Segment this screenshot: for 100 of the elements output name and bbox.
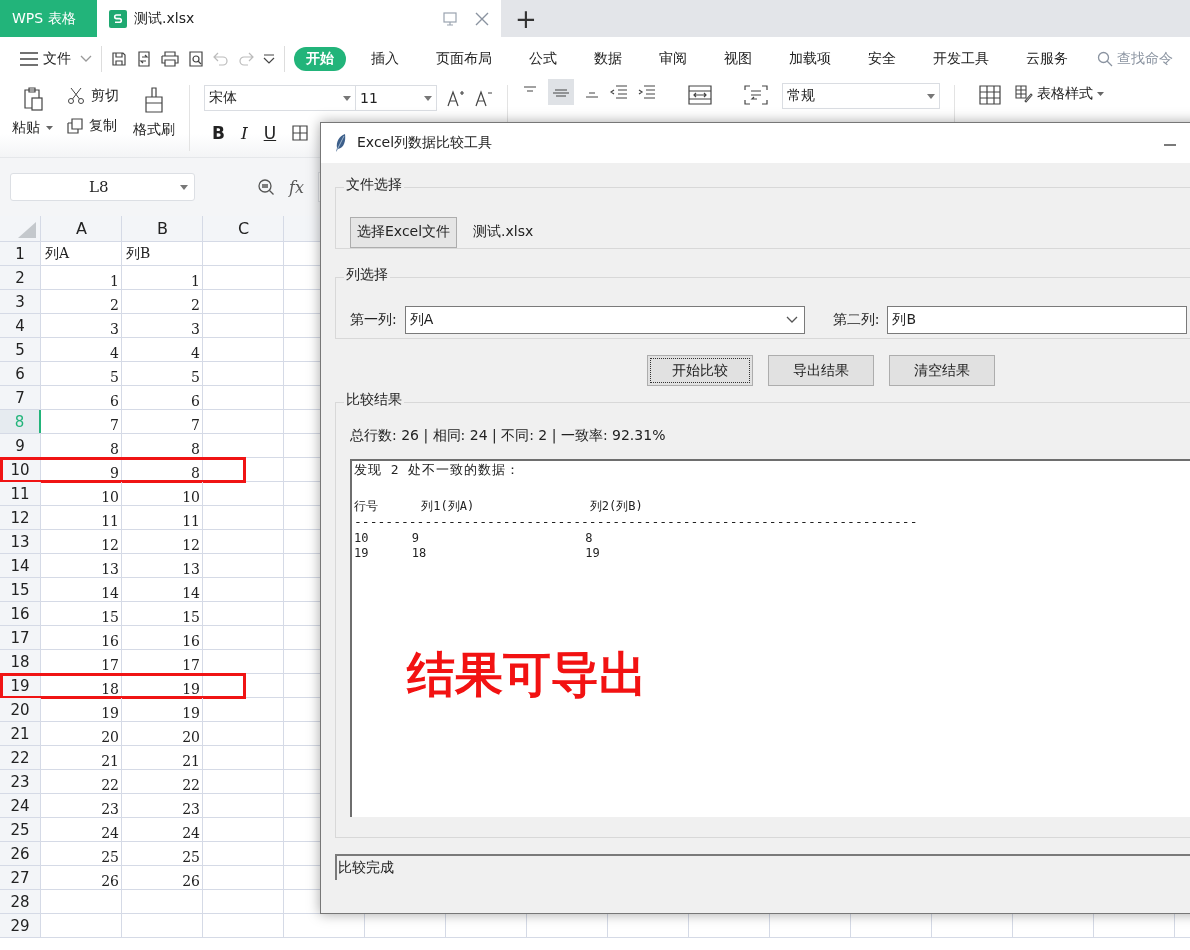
ribbon-tab[interactable]: 数据 (582, 47, 634, 71)
row-header[interactable]: 2 (0, 266, 41, 289)
table-cell-text: 25 (182, 849, 201, 865)
increase-font-icon[interactable] (447, 89, 465, 107)
ribbon-tab[interactable]: 视图 (712, 47, 764, 71)
row-header[interactable]: 6 (0, 362, 41, 385)
table-cell-text: 8 (191, 465, 201, 481)
row-header[interactable]: 23 (0, 770, 41, 793)
menu-icon[interactable] (20, 52, 38, 66)
row-header[interactable]: 1 (0, 242, 41, 265)
table-cell-text: 1 (110, 273, 120, 289)
format-button[interactable]: U (263, 123, 277, 143)
decrease-font-icon[interactable] (475, 89, 493, 107)
paintbrush-icon[interactable] (143, 87, 165, 113)
format-painter-button[interactable]: 格式刷 (133, 121, 175, 139)
table-cell-text: 8 (110, 441, 120, 457)
ribbon-tab[interactable]: 审阅 (647, 47, 699, 71)
row-header[interactable]: 26 (0, 842, 41, 865)
ribbon-tab[interactable]: 安全 (856, 47, 908, 71)
ribbon-tab[interactable]: 插入 (359, 47, 411, 71)
table-cell-text: 10 (182, 489, 201, 505)
table-cell-text: 11 (182, 513, 201, 529)
table-cell-text: 23 (101, 801, 120, 817)
table-cell-text: 9 (110, 465, 120, 481)
more-icon[interactable] (263, 54, 275, 64)
file-menu[interactable]: 文件 (43, 50, 71, 68)
first-column-dropdown[interactable]: 列A (404, 306, 805, 334)
table-cell-text: 12 (182, 537, 201, 553)
ribbon-tab[interactable]: 云服务 (1014, 47, 1080, 71)
table-grid-icon[interactable] (979, 85, 1001, 105)
table-style-button[interactable]: 表格样式 (1015, 85, 1104, 103)
zoom-icon[interactable] (257, 178, 275, 196)
ribbon-tab[interactable]: 加载项 (777, 47, 843, 71)
app-tab[interactable]: 测试.xlsx (97, 0, 501, 37)
print-preview-icon[interactable] (188, 51, 204, 67)
row-header[interactable]: 5 (0, 338, 41, 361)
row-header[interactable]: 13 (0, 530, 41, 553)
annotation-text: 结果可导出 (407, 645, 647, 704)
merge-cells-icon[interactable] (688, 85, 712, 105)
paste-button[interactable]: 粘贴 (12, 119, 53, 137)
table-cell-text: 26 (182, 873, 201, 889)
clipboard-icon[interactable] (21, 87, 44, 111)
wrap-text-icon[interactable] (744, 85, 768, 105)
row-header[interactable]: 4 (0, 314, 41, 337)
ribbon-tab[interactable]: 开发工具 (921, 47, 1001, 71)
format-button[interactable]: I (240, 123, 248, 143)
row-header[interactable]: 16 (0, 602, 41, 625)
function-label[interactable]: fx (289, 177, 304, 197)
increase-indent-icon[interactable] (638, 85, 656, 99)
print-icon[interactable] (161, 51, 179, 67)
cell-reference-field[interactable]: L8 (10, 173, 195, 201)
ribbon-tab[interactable]: 公式 (517, 47, 569, 71)
choose-file-button[interactable]: 选择Excel文件 (350, 216, 458, 248)
row-header[interactable]: 12 (0, 506, 41, 529)
row-header[interactable]: 22 (0, 746, 41, 769)
summary-text: 总行数: 26 | 相同: 24 | 不同: 2 | 一致率: 92.31% (350, 427, 667, 445)
search-icon (1097, 51, 1113, 67)
row-header[interactable]: 9 (0, 434, 41, 457)
chevron-down-icon[interactable] (80, 55, 92, 63)
row-header[interactable]: 20 (0, 698, 41, 721)
copy-button[interactable]: 复制 (67, 117, 119, 135)
row-header[interactable]: 17 (0, 626, 41, 649)
decrease-indent-icon[interactable] (610, 85, 628, 99)
second-column-dropdown[interactable]: 列B (887, 306, 1188, 334)
action-button[interactable]: 导出结果 (768, 355, 874, 386)
window-title: Excel列数据比较工具 (357, 134, 493, 152)
row-header[interactable]: 11 (0, 482, 41, 505)
format-button[interactable]: B (212, 123, 225, 143)
save-icon[interactable] (111, 51, 127, 67)
table-cell-text: 2 (110, 297, 120, 313)
table-cell-text: 4 (110, 345, 120, 361)
row-header[interactable]: 3 (0, 290, 41, 313)
row-header[interactable]: 14 (0, 554, 41, 577)
cut-button[interactable]: 剪切 (67, 87, 119, 105)
borders-icon[interactable] (292, 125, 309, 141)
row-header[interactable]: 29 (0, 914, 41, 937)
row-header[interactable]: 28 (0, 890, 41, 913)
font-name-field[interactable]: 宋体 (204, 85, 356, 111)
export-icon[interactable] (136, 51, 152, 67)
results-text-area[interactable]: 发现 2 处不一致的数据： 行号 列1(列A) 列2(列B) ------------------------------------------------------------------------ 10 9 8 19 18 19 结果可导出 (350, 459, 1190, 817)
row-header[interactable]: 15 (0, 578, 41, 601)
close-icon[interactable] (475, 11, 489, 26)
row-header[interactable]: 24 (0, 794, 41, 817)
table-cell-text: 6 (110, 393, 120, 409)
table-cell-text: 24 (182, 825, 201, 841)
number-format-field[interactable]: 常规 (782, 83, 940, 109)
column-header[interactable]: C (203, 216, 284, 241)
font-size-field[interactable]: 11 (355, 85, 437, 111)
column-header[interactable]: A (41, 216, 122, 241)
ribbon-tab[interactable]: 页面布局 (424, 47, 504, 71)
row-header[interactable]: 7 (0, 386, 41, 409)
row-header[interactable]: 21 (0, 722, 41, 745)
row-header[interactable]: 25 (0, 818, 41, 841)
action-button[interactable]: 清空结果 (889, 355, 995, 386)
table-cell-text: 3 (110, 321, 120, 337)
row-header[interactable]: 27 (0, 866, 41, 889)
action-button[interactable]: 开始比较 (647, 355, 753, 386)
new-tab-button[interactable]: + (501, 0, 551, 37)
column-header[interactable]: B (122, 216, 203, 241)
row-header[interactable]: 18 (0, 650, 41, 673)
